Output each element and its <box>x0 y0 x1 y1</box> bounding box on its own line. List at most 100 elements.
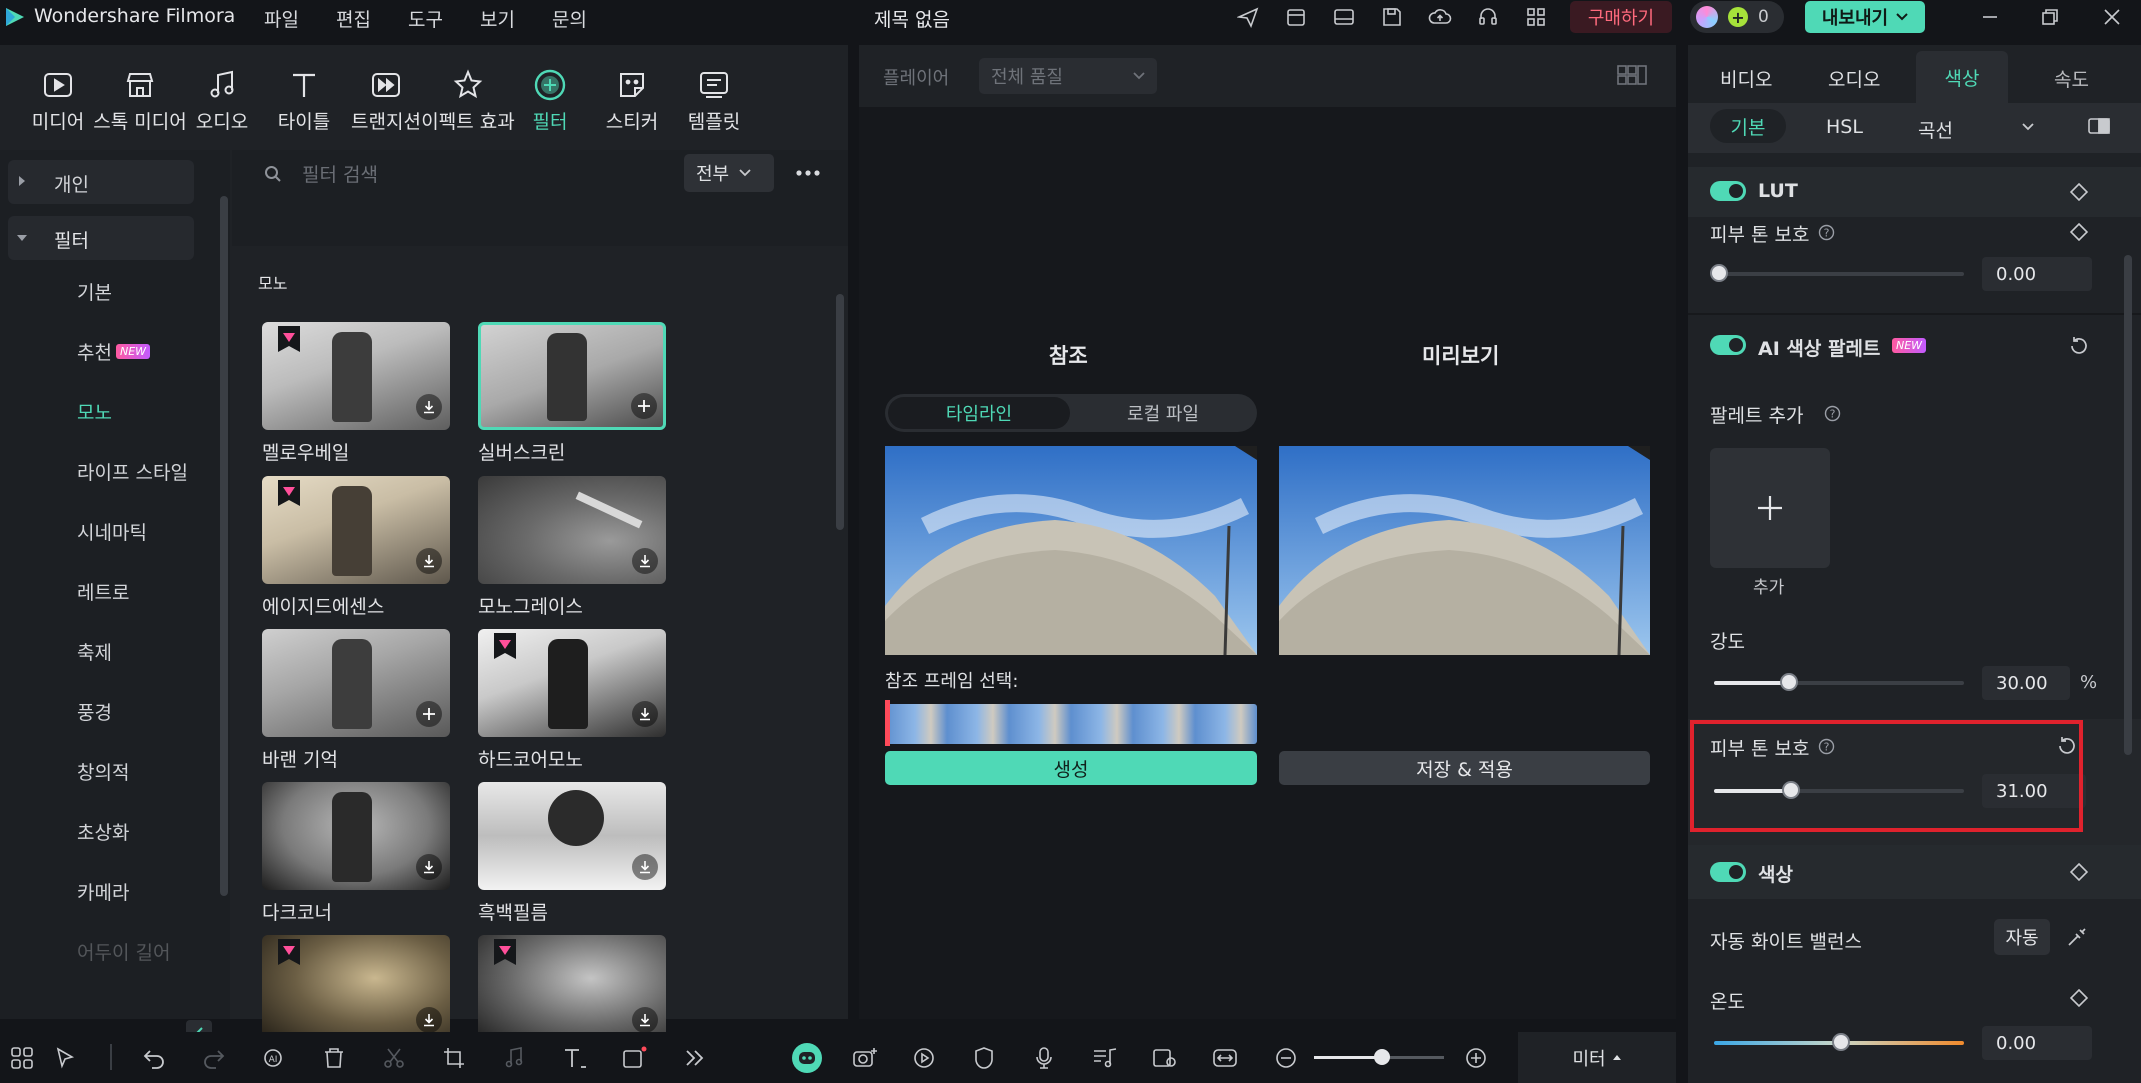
play-circle-icon[interactable] <box>912 1046 936 1070</box>
search-input[interactable]: 필터 검색 <box>302 160 378 187</box>
zoom-knob[interactable] <box>1374 1049 1390 1065</box>
add-icon[interactable] <box>416 701 442 727</box>
keyframe-diamond-icon[interactable] <box>2070 989 2088 1007</box>
calendar-icon[interactable] <box>1278 0 1314 34</box>
send-icon[interactable] <box>1230 0 1266 34</box>
slider-knob[interactable] <box>1710 264 1728 282</box>
skin-tone-slider-1[interactable] <box>1710 264 1964 282</box>
category-creative[interactable]: 창의적 <box>77 758 129 785</box>
keyframe-diamond-icon[interactable] <box>2070 183 2088 201</box>
more-options-icon[interactable] <box>788 154 828 192</box>
category-cinematic[interactable]: 시네마틱 <box>77 518 147 545</box>
filter-card[interactable]: 바랜 기억 <box>262 629 450 772</box>
download-icon[interactable] <box>632 854 658 880</box>
delete-icon[interactable] <box>322 1046 346 1070</box>
menu-help[interactable]: 문의 <box>552 5 587 32</box>
download-icon[interactable] <box>416 1007 442 1033</box>
slider-knob[interactable] <box>1780 673 1798 691</box>
menu-tools[interactable]: 도구 <box>408 5 443 32</box>
intensity-value[interactable]: 30.00 <box>1982 666 2070 700</box>
compare-view-icon[interactable] <box>2088 117 2110 135</box>
download-icon[interactable] <box>632 701 658 727</box>
subtab-hsl[interactable]: HSL <box>1826 116 1863 138</box>
save-apply-button[interactable]: 저장 & 적용 <box>1279 751 1650 785</box>
category-partial[interactable]: 어두이 길어 <box>77 938 170 965</box>
cut-icon[interactable] <box>382 1046 406 1070</box>
auto-button[interactable]: 자동 <box>1994 919 2050 955</box>
ai-palette-toggle[interactable] <box>1710 335 1746 355</box>
menu-view[interactable]: 보기 <box>480 5 515 32</box>
meter-button[interactable]: 미터 <box>1518 1032 1676 1083</box>
filter-card[interactable]: 다크코너 <box>262 782 450 925</box>
category-landscape[interactable]: 풍경 <box>77 698 112 725</box>
download-icon[interactable] <box>632 548 658 574</box>
help-icon[interactable]: ? <box>1818 224 1835 241</box>
chevron-down-icon[interactable] <box>2022 123 2034 131</box>
shape-tool-icon[interactable] <box>622 1046 648 1070</box>
redo-icon[interactable] <box>202 1046 226 1070</box>
filter-card[interactable]: 흑백필름 <box>478 782 666 925</box>
close-icon[interactable] <box>2094 0 2130 34</box>
ai-assistant-icon[interactable] <box>792 1043 822 1073</box>
generate-button[interactable]: 생성 <box>885 751 1257 785</box>
filter-card[interactable]: 하드코어모노 <box>478 629 666 772</box>
add-palette-button[interactable] <box>1710 448 1830 568</box>
filter-card[interactable] <box>478 935 666 1043</box>
export-button[interactable]: 내보내기 <box>1805 1 1925 33</box>
text-tool-icon[interactable] <box>562 1046 588 1070</box>
media-settings-icon[interactable] <box>1152 1046 1178 1070</box>
save-icon[interactable] <box>1374 0 1410 34</box>
menu-edit[interactable]: 편집 <box>336 5 371 32</box>
download-icon[interactable] <box>632 1007 658 1033</box>
menu-file[interactable]: 파일 <box>264 5 299 32</box>
grid-view-icon[interactable] <box>1617 63 1647 87</box>
properties-scrollbar[interactable] <box>2124 255 2132 755</box>
ai-tool-icon[interactable]: AI <box>262 1046 288 1070</box>
filter-card[interactable]: 멜로우베일 <box>262 322 450 465</box>
filter-card[interactable]: 모노그레이스 <box>478 476 666 619</box>
tab-speed[interactable]: 속도 <box>2054 65 2089 92</box>
category-festival[interactable]: 축제 <box>77 638 112 665</box>
zoom-out-icon[interactable] <box>1274 1046 1298 1070</box>
filter-card[interactable] <box>262 935 450 1043</box>
music-list-icon[interactable] <box>1092 1046 1118 1070</box>
more-tools-icon[interactable] <box>684 1046 706 1070</box>
group-personal[interactable]: 개인 <box>8 160 194 204</box>
filter-dropdown[interactable]: 전부 <box>684 154 774 192</box>
sidebar-scrollbar[interactable] <box>220 196 228 896</box>
audio-edit-icon[interactable] <box>502 1046 526 1070</box>
buy-button[interactable]: 구매하기 <box>1570 1 1672 33</box>
skin-tone-value-1[interactable]: 0.00 <box>1982 257 2092 291</box>
restore-icon[interactable] <box>2032 0 2068 34</box>
intensity-slider[interactable] <box>1714 673 1964 691</box>
category-camera[interactable]: 카메라 <box>77 878 129 905</box>
filter-card[interactable]: 에이지드에센스 <box>262 476 450 619</box>
frame-marker[interactable] <box>885 700 890 746</box>
eyedropper-icon[interactable] <box>2066 926 2088 948</box>
camera-add-icon[interactable] <box>852 1046 878 1070</box>
apps-grid-icon[interactable] <box>10 1046 34 1070</box>
subtab-basic[interactable]: 기본 <box>1710 109 1786 143</box>
download-icon[interactable] <box>416 394 442 420</box>
quality-dropdown[interactable]: 전체 품질 <box>979 58 1157 94</box>
grid-scrollbar[interactable] <box>836 294 844 530</box>
reset-icon[interactable] <box>2068 335 2090 357</box>
lut-toggle[interactable] <box>1710 181 1746 201</box>
category-portrait[interactable]: 초상화 <box>77 818 129 845</box>
slider-knob[interactable] <box>1832 1033 1850 1051</box>
help-icon[interactable]: ? <box>1824 405 1841 422</box>
color-toggle[interactable] <box>1710 862 1746 882</box>
tab-audio[interactable]: 오디오 <box>1828 65 1880 92</box>
category-basic[interactable]: 기본 <box>77 278 112 305</box>
cloud-upload-icon[interactable] <box>1422 0 1458 34</box>
filter-card-selected[interactable]: 실버스크린 <box>478 322 666 465</box>
category-recommended[interactable]: 추천 NEW <box>77 338 151 365</box>
tab-local-file[interactable]: 로컬 파일 <box>1072 397 1254 429</box>
microphone-icon[interactable] <box>1032 1046 1056 1070</box>
layout-icon[interactable] <box>1326 0 1362 34</box>
frame-strip[interactable] <box>885 700 1257 746</box>
tab-timeline[interactable]: 타임라인 <box>888 397 1070 429</box>
temperature-slider[interactable] <box>1714 1033 1964 1051</box>
category-mono[interactable]: 모노 <box>77 398 112 425</box>
shield-icon[interactable] <box>972 1046 996 1070</box>
